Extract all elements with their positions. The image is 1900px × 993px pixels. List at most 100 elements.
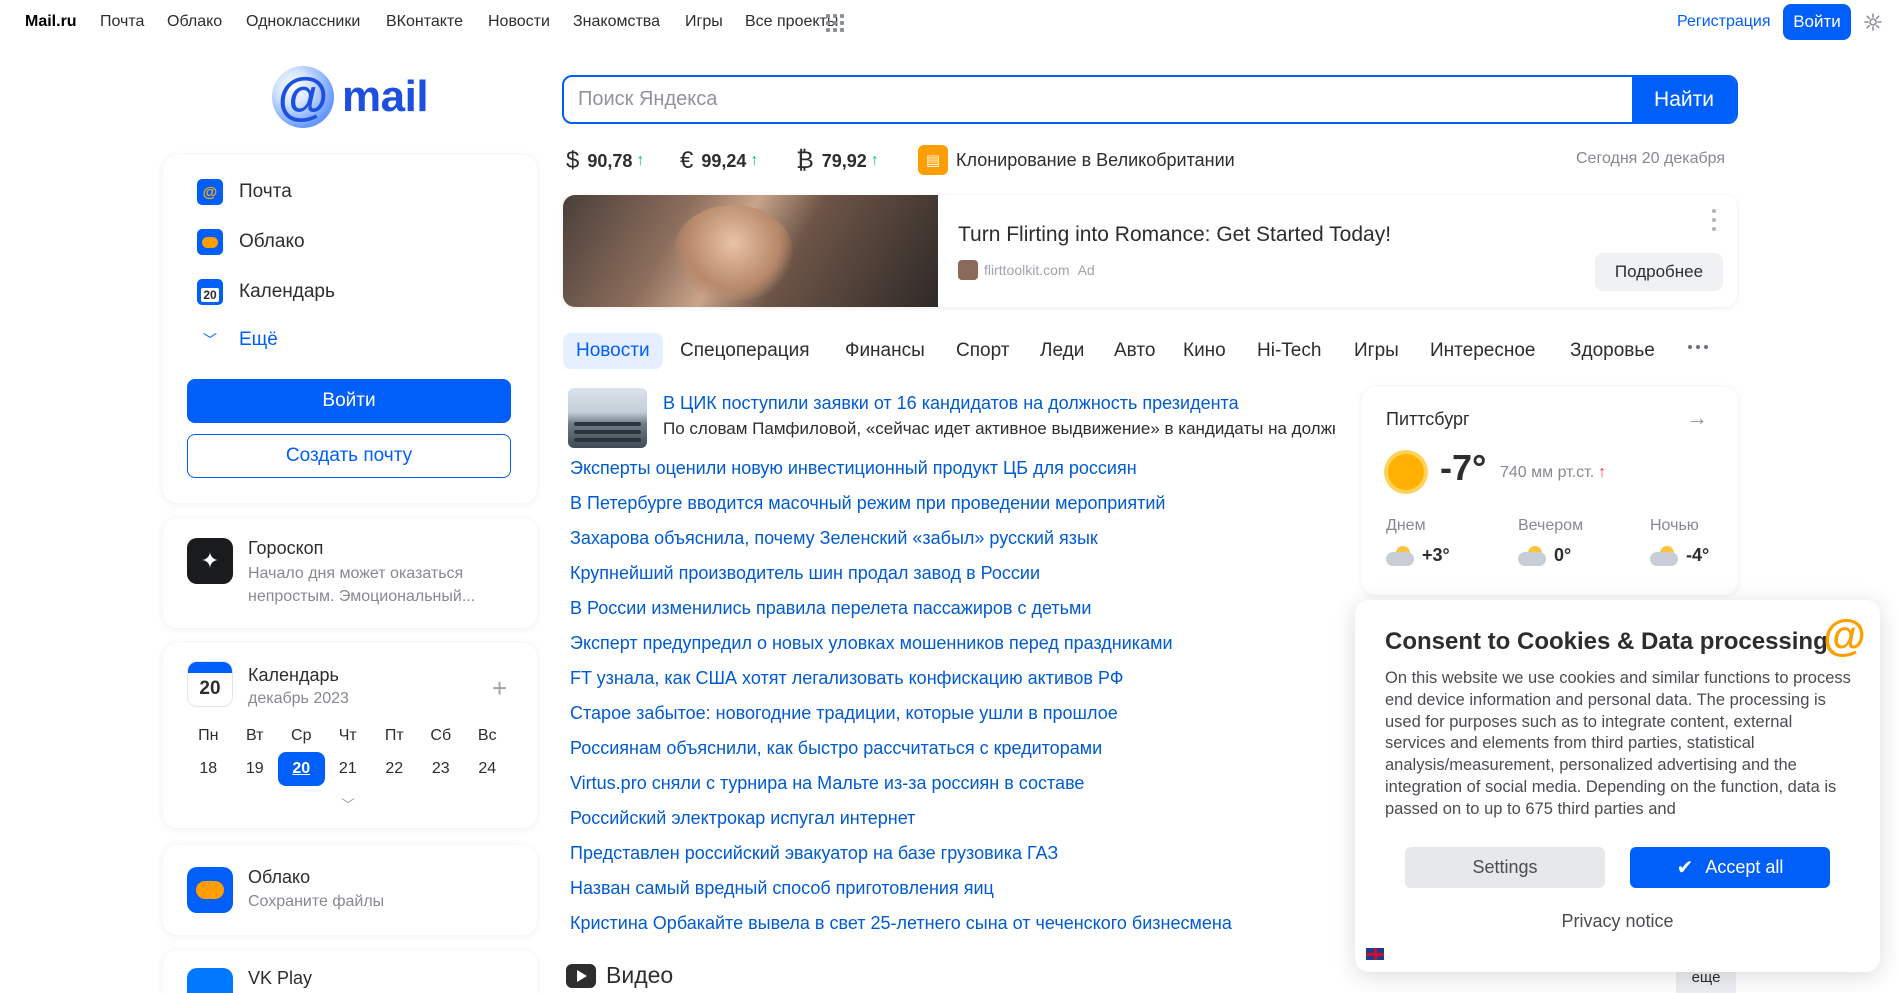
calendar-day-today[interactable]: 20 — [278, 752, 325, 786]
services-more[interactable]: ﹀ Ещё — [197, 329, 278, 351]
tab-games[interactable]: Игры — [1354, 333, 1399, 369]
arrow-right-icon[interactable]: → — [1686, 405, 1708, 431]
tab-health[interactable]: Здоровье — [1570, 333, 1655, 369]
news-link[interactable]: FT узнала, как США хотят легализовать ко… — [570, 665, 1232, 700]
service-cloud[interactable]: Облако — [197, 229, 305, 255]
ad-card[interactable]: Turn Flirting into Romance: Get Started … — [563, 195, 1737, 307]
weekday: Пн — [198, 727, 219, 744]
nav-item-dating[interactable]: Знакомства — [573, 13, 660, 31]
partly-cloudy-icon — [1386, 545, 1416, 566]
uk-flag-icon[interactable] — [1365, 947, 1385, 961]
login-button[interactable]: Войти — [187, 379, 511, 423]
calendar-title[interactable]: Календарь — [248, 665, 339, 686]
nav-item-games[interactable]: Игры — [685, 13, 723, 31]
news-link[interactable]: Virtus.pro сняли с турнира на Мальте из-… — [570, 770, 1232, 805]
weather-card[interactable]: Питтсбург → -7° 740 мм рт.ст. ↑ Днем Вече… — [1362, 387, 1738, 595]
service-calendar[interactable]: 20 Календарь — [197, 279, 335, 305]
weather-part-day: +3° — [1386, 545, 1450, 566]
login-button-top[interactable]: Войти — [1783, 4, 1851, 40]
plus-icon[interactable]: + — [492, 673, 507, 704]
news-link[interactable]: Захарова объяснила, почему Зеленский «за… — [570, 525, 1232, 560]
create-mail-button[interactable]: Создать почту — [187, 434, 511, 478]
horoscope-card[interactable]: ✦ Гороскоп Начало дня может оказаться не… — [163, 518, 537, 628]
calendar-day[interactable]: 19 — [232, 760, 279, 778]
consent-settings-button[interactable]: Settings — [1405, 847, 1605, 888]
chevron-down-icon[interactable]: ﹀ — [341, 795, 355, 815]
gear-icon[interactable] — [1863, 12, 1883, 32]
tab-auto[interactable]: Авто — [1114, 333, 1155, 369]
nav-item-odnoklassniki[interactable]: Одноклассники — [246, 13, 360, 31]
news-link[interactable]: Старое забытое: новогодние традиции, кот… — [570, 700, 1232, 735]
news-link[interactable]: Эксперты оценили новую инвестиционный пр… — [570, 455, 1232, 490]
lead-news-image[interactable] — [568, 388, 647, 448]
calendar-day[interactable]: 22 — [371, 760, 418, 778]
news-link[interactable]: Назван самый вредный способ приготовлени… — [570, 875, 1232, 910]
tab-finance[interactable]: Финансы — [845, 333, 925, 369]
apps-grid-icon[interactable] — [826, 14, 844, 32]
top-navigation: Mail.ru Почта Облако Одноклассники ВКонт… — [0, 0, 1900, 45]
ad-image[interactable] — [563, 195, 938, 307]
logo-text: mail — [342, 72, 429, 121]
weather-part-label: Ночью — [1650, 517, 1699, 534]
cloud-icon — [187, 867, 233, 913]
lead-news-title[interactable]: В ЦИК поступили заявки от 16 кандидатов … — [663, 393, 1239, 414]
nav-item-mail[interactable]: Почта — [100, 13, 144, 31]
promo-link[interactable]: ▤ Клонирование в Великобритании — [918, 145, 1235, 175]
weekday: Пт — [384, 727, 404, 744]
news-link[interactable]: Кристина Орбакайте вывела в свет 25-летн… — [570, 910, 1232, 945]
cloud-card[interactable]: Облако Сохраните файлы — [163, 845, 537, 935]
tab-kino[interactable]: Кино — [1183, 333, 1226, 369]
tab-lady[interactable]: Леди — [1040, 333, 1084, 369]
consent-accept-button[interactable]: ✔ Accept all — [1630, 847, 1830, 888]
news-link[interactable]: Россиянам объяснили, как быстро рассчита… — [570, 735, 1232, 770]
tab-news[interactable]: Новости — [563, 333, 663, 369]
mail-logo[interactable]: @ mail — [272, 66, 429, 128]
news-link[interactable]: В России изменились правила перелета пас… — [570, 595, 1232, 630]
weather-city: Питтсбург — [1386, 409, 1470, 429]
calendar-day[interactable]: 18 — [185, 760, 232, 778]
calendar-day[interactable]: 23 — [418, 760, 465, 778]
ad-title[interactable]: Turn Flirting into Romance: Get Started … — [958, 223, 1391, 247]
calendar-day[interactable]: 24 — [464, 760, 511, 778]
calendar-card: 20 Календарь декабрь 2023 + Пн Вт Ср Чт … — [163, 643, 537, 828]
weather-part-label: Днем — [1386, 517, 1426, 534]
calendar-day[interactable]: 21 — [325, 760, 372, 778]
vkplay-icon — [187, 968, 233, 993]
cloud-icon — [197, 229, 223, 255]
nav-item-cloud[interactable]: Облако — [167, 13, 222, 31]
privacy-notice-link[interactable]: Privacy notice — [1355, 911, 1880, 932]
tab-interesting[interactable]: Интересное — [1430, 333, 1535, 369]
news-link[interactable]: Российский электрокар испугал интернет — [570, 805, 1232, 840]
video-section-header[interactable]: Видео — [566, 962, 673, 989]
tab-hitech[interactable]: Hi-Tech — [1257, 333, 1321, 369]
service-mail[interactable]: @ Почта — [197, 179, 292, 205]
nav-item-all-projects[interactable]: Все проекты — [745, 13, 838, 31]
more-vertical-icon[interactable] — [1711, 209, 1717, 231]
nav-brand-mailru[interactable]: Mail.ru — [25, 13, 77, 31]
news-link[interactable]: Эксперт предупредил о новых уловках моше… — [570, 630, 1232, 665]
news-link[interactable]: В Петербурге вводится масочный режим при… — [570, 490, 1232, 525]
promo-text: Клонирование в Великобритании — [956, 149, 1235, 170]
news-link[interactable]: Крупнейший производитель шин продал заво… — [570, 560, 1232, 595]
rate-value: 99,24 — [701, 150, 747, 171]
horoscope-title: Гороскоп — [248, 538, 324, 558]
book-icon: ▤ — [918, 145, 948, 175]
nav-item-news[interactable]: Новости — [488, 13, 550, 31]
register-link[interactable]: Регистрация — [1677, 13, 1771, 31]
rate-usd[interactable]: $ 90,78 ↑ — [566, 147, 644, 175]
cloud-text: Сохраните файлы — [248, 893, 385, 910]
weather-part-label: Вечером — [1518, 517, 1584, 534]
search-button[interactable]: Найти — [1632, 77, 1736, 122]
nav-item-vkontakte[interactable]: ВКонтакте — [386, 13, 463, 31]
weekday: Сб — [430, 727, 452, 744]
more-horizontal-icon[interactable] — [1688, 345, 1708, 349]
ad-details-button[interactable]: Подробнее — [1595, 253, 1723, 291]
rate-oil[interactable]: ₿ 79,92 ↑ — [796, 147, 879, 175]
vkplay-card[interactable]: VK Play — [163, 950, 537, 993]
search-input[interactable] — [564, 77, 1592, 122]
video-title: Видео — [606, 962, 674, 988]
tab-sport[interactable]: Спорт — [956, 333, 1009, 369]
rate-eur[interactable]: € 99,24 ↑ — [680, 147, 758, 175]
news-link[interactable]: Представлен российский эвакуатор на базе… — [570, 840, 1232, 875]
tab-special-operation[interactable]: Спецоперация — [680, 333, 810, 369]
